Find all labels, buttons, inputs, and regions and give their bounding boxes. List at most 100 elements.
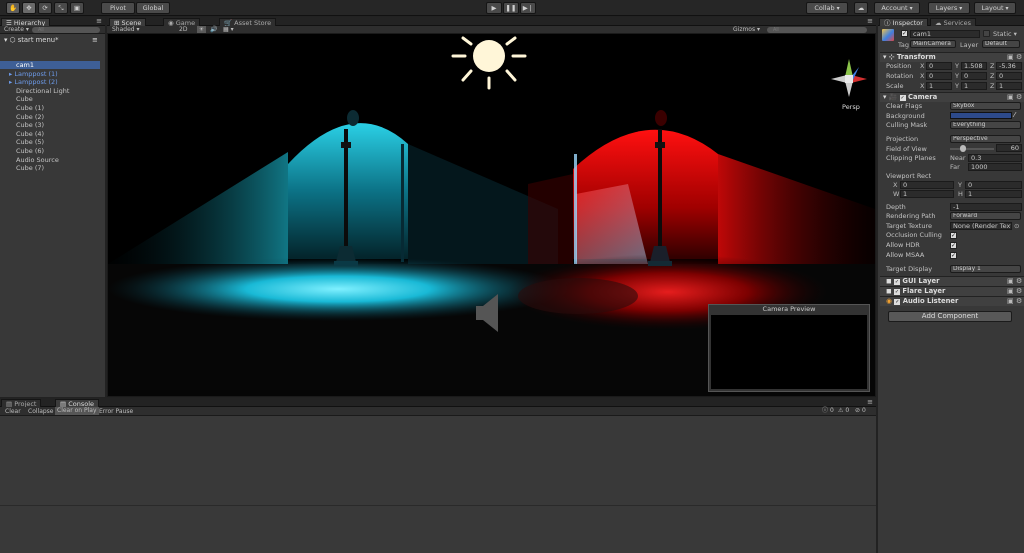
- tab-project[interactable]: ▤ Project: [1, 399, 42, 408]
- object-picker-icon[interactable]: ⊙: [1014, 222, 1019, 230]
- tab-console[interactable]: ▤ Console: [55, 399, 100, 408]
- transform-header[interactable]: ▾ ⊹ Transform: [880, 52, 1024, 62]
- far-field[interactable]: 1000: [968, 163, 1022, 171]
- depth-field[interactable]: -1: [950, 203, 1022, 211]
- transform-help-icon[interactable]: ▣: [1007, 53, 1014, 61]
- active-checkbox[interactable]: ✓: [901, 30, 908, 37]
- allow-hdr-checkbox[interactable]: ✓: [950, 242, 957, 249]
- gui-layer-settings-icon[interactable]: ⚙: [1016, 277, 1022, 285]
- error-count[interactable]: ⊘ 0: [855, 407, 866, 415]
- fov-slider-thumb[interactable]: [960, 145, 966, 152]
- fov-slider-track[interactable]: [950, 148, 994, 150]
- layout-dropdown[interactable]: Layout: [974, 2, 1016, 14]
- tab-hierarchy[interactable]: ☰ Hierarchy: [1, 18, 51, 27]
- account-dropdown[interactable]: Account: [874, 2, 920, 14]
- occlusion-culling-checkbox[interactable]: ✓: [950, 232, 957, 239]
- rendering-path-dropdown[interactable]: Forward: [950, 212, 1021, 220]
- hierarchy-item[interactable]: ▸ Lamppost (1): [9, 70, 58, 78]
- info-count[interactable]: ⓘ 0: [822, 407, 834, 415]
- rotation-x-field[interactable]: 0: [926, 72, 952, 80]
- scale-x-field[interactable]: 1: [926, 82, 952, 90]
- layers-dropdown[interactable]: Layers: [928, 2, 970, 14]
- scene-viewport[interactable]: Persp Camera Preview: [108, 34, 875, 396]
- rotate-tool-icon[interactable]: ⟳: [38, 2, 52, 14]
- flare-layer-settings-icon[interactable]: ⚙: [1016, 287, 1022, 295]
- hierarchy-search-input[interactable]: [32, 27, 100, 33]
- hierarchy-item[interactable]: Cube (1): [16, 104, 44, 112]
- audio-listener-settings-icon[interactable]: ⚙: [1016, 297, 1022, 305]
- target-display-dropdown[interactable]: Display 1: [950, 265, 1021, 273]
- console-menu-icon[interactable]: ≡: [867, 398, 873, 406]
- static-label[interactable]: Static ▾: [993, 30, 1017, 38]
- layer-dropdown[interactable]: Default: [982, 40, 1020, 48]
- hierarchy-item[interactable]: Cube (7): [16, 164, 44, 172]
- camera-header[interactable]: ▾ 🎥 ✓ Camera: [880, 92, 1024, 102]
- position-x-field[interactable]: 0: [926, 62, 952, 70]
- hierarchy-item[interactable]: Cube (3): [16, 121, 44, 129]
- tab-asset-store[interactable]: 🛒 Asset Store: [219, 18, 277, 27]
- lighting-toggle-icon[interactable]: ☀: [197, 26, 206, 33]
- flare-layer-header[interactable]: ◼ ✓ Flare Layer: [880, 286, 1024, 296]
- rect-tool-icon[interactable]: ▣: [70, 2, 84, 14]
- add-component-button[interactable]: Add Component: [888, 311, 1012, 322]
- tab-inspector[interactable]: ⓘ Inspector: [879, 18, 928, 27]
- static-checkbox[interactable]: [983, 30, 990, 37]
- effects-toggle-icon[interactable]: ▦ ▾: [223, 26, 234, 33]
- hierarchy-item[interactable]: Cube (5): [16, 138, 44, 146]
- allow-msaa-checkbox[interactable]: ✓: [950, 252, 957, 259]
- fov-field[interactable]: 60: [996, 144, 1022, 152]
- background-color-swatch[interactable]: [950, 112, 1012, 119]
- position-y-field[interactable]: 1.508: [961, 62, 987, 70]
- scene-root[interactable]: ▾ ⬡ start menu* ≡: [4, 36, 98, 44]
- collapse-button[interactable]: Collapse: [28, 408, 54, 415]
- create-button[interactable]: Create ▾: [4, 26, 29, 33]
- scene-menu-icon[interactable]: ≡: [92, 36, 98, 44]
- pause-button[interactable]: ❚❚: [503, 2, 519, 14]
- flare-layer-help-icon[interactable]: ▣: [1007, 287, 1014, 295]
- hierarchy-item[interactable]: Cube (4): [16, 130, 44, 138]
- gui-layer-help-icon[interactable]: ▣: [1007, 277, 1014, 285]
- projection-dropdown[interactable]: Perspective: [950, 135, 1021, 143]
- hand-tool-icon[interactable]: ✋: [6, 2, 20, 14]
- near-field[interactable]: 0.3: [968, 154, 1022, 162]
- audio-toggle-icon[interactable]: 🔊: [210, 26, 217, 33]
- transform-settings-icon[interactable]: ⚙: [1016, 53, 1022, 61]
- cloud-icon[interactable]: ☁: [854, 2, 868, 14]
- object-name-field[interactable]: cam1: [910, 30, 980, 38]
- culling-mask-dropdown[interactable]: Everything: [950, 121, 1021, 129]
- hierarchy-item[interactable]: Cube (2): [16, 113, 44, 121]
- step-button[interactable]: ▶❘: [520, 2, 536, 14]
- audio-listener-header[interactable]: ◉ ✓ Audio Listener: [880, 296, 1024, 306]
- viewport-y-field[interactable]: 0: [965, 181, 1022, 189]
- shading-dropdown[interactable]: Shaded ▾: [112, 26, 140, 33]
- collab-dropdown[interactable]: Collab: [806, 2, 848, 14]
- viewport-h-field[interactable]: 1: [965, 190, 1022, 198]
- viewport-x-field[interactable]: 0: [900, 181, 954, 189]
- move-tool-icon[interactable]: ✥: [22, 2, 36, 14]
- scale-y-field[interactable]: 1: [961, 82, 987, 90]
- target-texture-field[interactable]: None (Render Text: [950, 222, 1012, 230]
- persp-label[interactable]: Persp: [842, 103, 860, 111]
- audio-listener-checkbox[interactable]: ✓: [894, 299, 901, 305]
- scene-search-input[interactable]: [767, 27, 867, 33]
- panel-menu-icon[interactable]: ≡: [96, 17, 102, 25]
- camera-settings-icon[interactable]: ⚙: [1016, 93, 1022, 101]
- global-toggle[interactable]: Global: [136, 2, 170, 14]
- eyedropper-icon[interactable]: ⁄: [1014, 111, 1015, 119]
- pivot-toggle[interactable]: Pivot: [101, 2, 135, 14]
- clear-flags-dropdown[interactable]: Skybox: [950, 102, 1021, 110]
- tag-dropdown[interactable]: MainCamera: [910, 40, 956, 48]
- hierarchy-item[interactable]: cam1: [0, 61, 100, 69]
- scale-tool-icon[interactable]: ⤡: [54, 2, 68, 14]
- scale-z-field[interactable]: 1: [996, 82, 1022, 90]
- viewport-w-field[interactable]: 1: [900, 190, 954, 198]
- rotation-y-field[interactable]: 0: [961, 72, 987, 80]
- gizmos-dropdown[interactable]: Gizmos ▾: [733, 26, 760, 33]
- gui-layer-checkbox[interactable]: ✓: [894, 279, 901, 285]
- rotation-z-field[interactable]: 0: [996, 72, 1022, 80]
- clear-on-play-toggle[interactable]: Clear on Play: [55, 407, 99, 415]
- hierarchy-item[interactable]: Cube: [16, 95, 33, 103]
- warning-count[interactable]: ⚠ 0: [838, 407, 849, 415]
- camera-enabled-checkbox[interactable]: ✓: [899, 95, 906, 101]
- hierarchy-item[interactable]: ▸ Lamppost (2): [9, 78, 58, 86]
